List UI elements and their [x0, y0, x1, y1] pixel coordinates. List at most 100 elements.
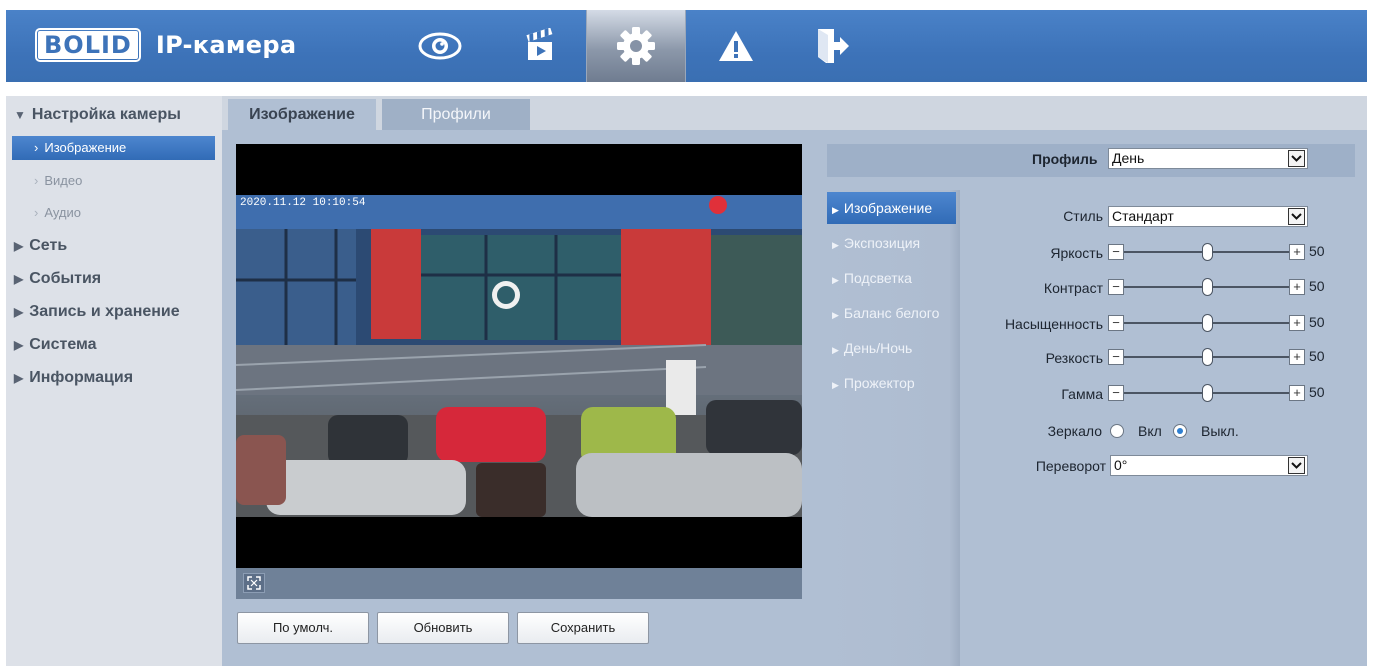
sidebar-item-events[interactable]: ▶ События [14, 270, 101, 288]
save-button[interactable]: Сохранить [517, 612, 649, 644]
triangle-right-icon: ▶ [832, 345, 839, 355]
saturation-slider: − + 50 [1108, 313, 1340, 333]
submenu-day-night[interactable]: ▶ День/Ночь [827, 332, 956, 364]
top-header: BOLID IP-камера [6, 10, 1367, 82]
sidebar-item-info[interactable]: ▶ Информация [14, 369, 133, 387]
contrast-slider: − + 50 [1108, 277, 1340, 297]
sharpness-decrease-button[interactable]: − [1108, 349, 1124, 365]
contrast-slider-handle[interactable] [1202, 278, 1213, 296]
chevron-down-icon [1288, 457, 1305, 474]
triangle-right-icon: ▶ [832, 380, 839, 390]
sharpness-increase-button[interactable]: + [1289, 349, 1305, 365]
mirror-label: Зеркало [1047, 423, 1102, 439]
profile-label: Профиль [1032, 151, 1098, 167]
eye-icon [418, 32, 462, 60]
fullscreen-icon [247, 576, 261, 590]
nav-live-view[interactable] [390, 10, 490, 82]
nav-settings[interactable] [586, 10, 686, 82]
chevron-down-icon: ▼ [14, 108, 26, 122]
contrast-decrease-button[interactable]: − [1108, 279, 1124, 295]
nav-logout[interactable] [782, 10, 882, 82]
brand-logo: BOLID [35, 28, 141, 62]
camera-image: 2020.11.12 10:10:54 [236, 195, 802, 517]
chevron-down-icon [1288, 208, 1305, 225]
triangle-right-icon: ▶ [14, 338, 24, 352]
sidebar-item-system[interactable]: ▶ Система [14, 336, 97, 354]
gamma-slider: − + 50 [1108, 383, 1340, 403]
triangle-right-icon: ▶ [832, 205, 839, 215]
tab-profiles[interactable]: Профили [382, 99, 530, 130]
flip-label: Переворот [1035, 458, 1106, 474]
triangle-right-icon: ▶ [14, 371, 24, 385]
sidebar-item-label: Видео [44, 173, 83, 188]
sharpness-label: Резкость [1045, 350, 1103, 366]
sidebar-item-label: Настройка камеры [31, 106, 181, 123]
triangle-right-icon: ▶ [14, 239, 24, 253]
sidebar-item-label: События [29, 270, 102, 287]
sidebar-item-network[interactable]: ▶ Сеть [14, 237, 67, 255]
tab-image[interactable]: Изображение [228, 99, 376, 130]
submenu-label: Экспозиция [843, 235, 921, 251]
submenu-white-balance[interactable]: ▶ Баланс белого [827, 297, 956, 329]
submenu-exposure[interactable]: ▶ Экспозиция [827, 227, 956, 259]
triangle-right-icon: ▶ [832, 275, 839, 285]
submenu-backlight[interactable]: ▶ Подсветка [827, 262, 956, 294]
sidebar-item-label: Сеть [29, 237, 68, 254]
profile-select[interactable]: День [1108, 148, 1308, 169]
brightness-value: 50 [1309, 243, 1325, 259]
gamma-decrease-button[interactable]: − [1108, 385, 1124, 401]
triangle-right-icon: ▶ [832, 240, 839, 250]
triangle-right-icon: ▶ [14, 305, 24, 319]
saturation-slider-handle[interactable] [1202, 314, 1213, 332]
gamma-increase-button[interactable]: + [1289, 385, 1305, 401]
brightness-decrease-button[interactable]: − [1108, 244, 1124, 260]
brightness-increase-button[interactable]: + [1289, 244, 1305, 260]
submenu-image[interactable]: ▶ Изображение [827, 192, 956, 224]
sidebar-item-label: Аудио [44, 205, 82, 220]
brightness-slider: − + 50 [1108, 242, 1340, 262]
saturation-label: Насыщенность [1004, 316, 1103, 332]
sidebar-item-image[interactable]: › Изображение [12, 136, 215, 160]
saturation-increase-button[interactable]: + [1289, 315, 1305, 331]
chevron-right-icon: › [34, 173, 39, 188]
brightness-label: Яркость [1050, 245, 1103, 261]
warning-icon [719, 31, 753, 61]
mirror-on-label: Вкл [1138, 423, 1162, 439]
mirror-off-radio[interactable] [1173, 424, 1187, 438]
logout-icon [818, 29, 849, 63]
sidebar-item-label: Информация [29, 369, 134, 386]
triangle-right-icon: ▶ [14, 272, 24, 286]
mirror-off-label: Выкл. [1201, 423, 1239, 439]
style-label: Стиль [1063, 208, 1103, 224]
sharpness-slider: − + 50 [1108, 347, 1340, 367]
nav-alarm[interactable] [686, 10, 786, 82]
sharpness-value: 50 [1309, 348, 1325, 364]
sharpness-slider-handle[interactable] [1202, 348, 1213, 366]
nav-playback[interactable] [490, 10, 590, 82]
submenu-label: Баланс белого [843, 305, 940, 321]
triangle-right-icon: ▶ [832, 310, 839, 320]
gamma-slider-handle[interactable] [1202, 384, 1213, 402]
fullscreen-button[interactable] [243, 573, 265, 593]
contrast-increase-button[interactable]: + [1289, 279, 1305, 295]
brightness-slider-handle[interactable] [1202, 243, 1213, 261]
sidebar-item-video[interactable]: › Видео [12, 169, 215, 193]
flip-select[interactable]: 0° [1110, 455, 1308, 476]
style-value: Стандарт [1112, 208, 1174, 224]
video-preview: 2020.11.12 10:10:54 [236, 144, 802, 568]
default-button[interactable]: По умолч. [237, 612, 369, 644]
sidebar-item-camera-settings[interactable]: ▼ Настройка камеры [14, 106, 181, 124]
refresh-button[interactable]: Обновить [377, 612, 509, 644]
sidebar-item-label: Система [29, 336, 97, 353]
mirror-on-radio[interactable] [1110, 424, 1124, 438]
submenu-label: Изображение [843, 200, 933, 216]
sidebar-item-storage[interactable]: ▶ Запись и хранение [14, 303, 180, 321]
sidebar-item-audio[interactable]: › Аудио [12, 201, 215, 225]
submenu-label: Подсветка [843, 270, 912, 286]
chevron-right-icon: › [34, 140, 39, 155]
saturation-decrease-button[interactable]: − [1108, 315, 1124, 331]
app-title: IP-камера [155, 31, 297, 59]
style-select[interactable]: Стандарт [1108, 206, 1308, 227]
submenu-illuminator[interactable]: ▶ Прожектор [827, 367, 956, 399]
chevron-down-icon [1288, 150, 1305, 167]
